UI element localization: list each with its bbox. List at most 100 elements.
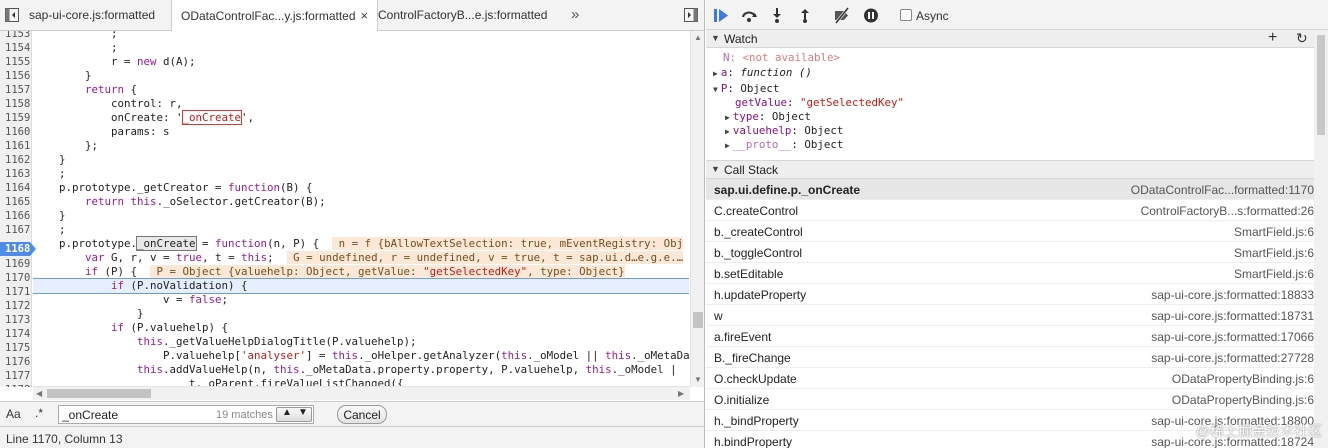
line-number[interactable]: 1169	[0, 257, 30, 271]
step-over-icon[interactable]	[740, 7, 758, 24]
code-line: v = false;	[33, 293, 229, 306]
watch-prop-proto[interactable]: ▶ __proto__: Object	[725, 138, 843, 152]
watch-item-a[interactable]: ▶ a: function ()	[713, 66, 812, 80]
line-number-gutter[interactable]: 1153 1154 1155 1156 1157 1158 1159 1160 …	[0, 31, 36, 387]
call-frame[interactable]: a.fireEvent sap-ui-core.js:formatted:1706…	[706, 326, 1314, 347]
call-stack-section-header[interactable]: ▼ Call Stack	[706, 160, 1328, 179]
code-line: control: r,	[33, 97, 183, 110]
step-out-icon[interactable]	[796, 7, 814, 24]
debugger-sidebar: Async ▼ Watch + ↻ N: <not available> ▶ a:…	[706, 0, 1328, 448]
code-lines[interactable]: ; ; r = new d(A); } return { control: r,…	[33, 31, 689, 387]
watch-title: Watch	[724, 32, 758, 46]
line-number[interactable]: 1177	[0, 369, 30, 383]
editor-horizontal-scrollbar[interactable]: ◀ ▶	[33, 386, 690, 400]
async-checkbox[interactable]	[900, 9, 912, 21]
debugger-toolbar: Async	[706, 0, 1328, 31]
collapse-triangle-icon: ▼	[713, 85, 718, 94]
code-line: this.addValueHelp(n, this._oMetaData.pro…	[137, 363, 677, 376]
code-line: }	[33, 69, 92, 82]
scroll-right-arrow-icon[interactable]: ▶	[678, 389, 684, 398]
line-number[interactable]: 1155	[0, 55, 30, 69]
watch-prop-type[interactable]: ▶ type: Object	[725, 110, 811, 124]
code-line: ;	[33, 223, 66, 236]
scroll-down-arrow-icon[interactable]: ▼	[694, 375, 702, 384]
line-number[interactable]: 1165	[0, 195, 30, 209]
vertical-scroll-thumb[interactable]	[693, 312, 703, 328]
tab-control-factory-base[interactable]: ControlFactoryB...e.js:formatted	[369, 0, 556, 31]
call-frame[interactable]: C.createControl ControlFactoryB...s:forma…	[706, 200, 1314, 221]
scroll-left-arrow-icon[interactable]: ◀	[36, 389, 42, 398]
step-into-icon[interactable]	[768, 7, 786, 24]
line-number[interactable]: 1160	[0, 125, 30, 139]
line-number[interactable]: 1157	[0, 83, 30, 97]
line-number[interactable]: 1171	[0, 285, 30, 299]
collapse-triangle-icon[interactable]: ▼	[711, 33, 720, 43]
call-frame[interactable]: b._createControl SmartField.js:6	[706, 221, 1314, 242]
tab-overflow-chevron-icon[interactable]: »	[571, 0, 579, 30]
line-number[interactable]: 1164	[0, 181, 30, 195]
call-frame[interactable]: sap.ui.define.p._onCreate ODataControlFac…	[706, 179, 1314, 200]
regex-button[interactable]: .*	[35, 406, 43, 420]
line-number[interactable]: 1173	[0, 313, 30, 327]
next-match-button[interactable]: ▼	[298, 407, 308, 418]
tab-label: sap-ui-core.js:formatted	[29, 8, 156, 22]
line-number[interactable]: 1159	[0, 111, 30, 125]
code-line: return {	[85, 83, 138, 96]
line-number[interactable]: 1170	[0, 271, 30, 285]
call-frame[interactable]: b.setEditable SmartField.js:6	[706, 263, 1314, 284]
line-number[interactable]: 1175	[0, 341, 30, 355]
line-number[interactable]: 1153	[0, 31, 30, 41]
line-number[interactable]: 1167	[0, 223, 30, 237]
call-frame[interactable]: B._fireChange sap-ui-core.js:formatted:27…	[706, 347, 1314, 368]
line-number[interactable]: 1158	[0, 97, 30, 111]
resume-icon[interactable]	[712, 7, 730, 24]
code-line: }	[33, 209, 66, 222]
line-number[interactable]: 1178	[0, 383, 30, 387]
call-frame[interactable]: b._toggleControl SmartField.js:6	[706, 242, 1314, 263]
line-number[interactable]: 1176	[0, 355, 30, 369]
watermark: @稀土掘金技术社区	[1195, 423, 1322, 439]
scroll-up-arrow-icon[interactable]: ▲	[694, 33, 702, 42]
watch-item-n[interactable]: N: <not available>	[723, 51, 840, 65]
match-case-button[interactable]: Aa	[6, 407, 21, 421]
tab-sap-ui-core[interactable]: sap-ui-core.js:formatted	[20, 0, 164, 31]
code-line: };	[33, 139, 99, 152]
call-frame[interactable]: O.checkUpdate ODataPropertyBinding.js:6	[706, 368, 1314, 389]
line-number[interactable]: 1156	[0, 69, 30, 83]
refresh-icon[interactable]: ↻	[1296, 30, 1308, 47]
line-number[interactable]: 1154	[0, 41, 30, 55]
editor-vertical-scrollbar[interactable]: ▲ ▼	[690, 31, 704, 387]
call-frame[interactable]: h.updateProperty sap-ui-core.js:formatted…	[706, 284, 1314, 305]
sidebar-scrollbar[interactable]	[1314, 31, 1328, 448]
current-search-match: _onCreate	[136, 236, 197, 251]
call-stack-title: Call Stack	[724, 163, 779, 177]
collapse-triangle-icon[interactable]: ▼	[711, 164, 720, 174]
horizontal-scroll-thumb[interactable]	[47, 389, 151, 398]
line-number[interactable]: 1162	[0, 153, 30, 167]
tab-odata-control-factory[interactable]: ODataControlFac...y.js:formatted ×	[171, 0, 379, 32]
close-icon[interactable]: ×	[361, 8, 369, 23]
line-number[interactable]: 1163	[0, 167, 30, 181]
toggle-debugger-sidebar-icon[interactable]	[684, 8, 698, 22]
line-number[interactable]: 1174	[0, 327, 30, 341]
pause-on-exceptions-icon[interactable]	[862, 7, 880, 24]
previous-match-button[interactable]: ▲	[282, 407, 292, 418]
call-frame[interactable]: w sap-ui-core.js:formatted:18731	[706, 305, 1314, 326]
line-number[interactable]: 1161	[0, 139, 30, 153]
cancel-button[interactable]: Cancel	[337, 405, 387, 424]
add-watch-icon[interactable]: +	[1268, 29, 1277, 47]
watch-prop-valuehelp[interactable]: ▶ valuehelp: Object	[725, 124, 843, 138]
sidebar-scroll-thumb[interactable]	[1317, 35, 1325, 135]
code-editor[interactable]: 1153 1154 1155 1156 1157 1158 1159 1160 …	[0, 31, 704, 387]
line-number[interactable]: 1172	[0, 299, 30, 313]
watch-section-header[interactable]: ▼ Watch + ↻	[706, 29, 1328, 48]
search-input[interactable]	[62, 407, 212, 422]
deactivate-breakpoints-icon[interactable]	[833, 7, 851, 24]
code-line: params: s	[33, 125, 170, 138]
toggle-navigator-icon[interactable]	[5, 8, 19, 22]
watch-prop-getvalue[interactable]: getValue: "getSelectedKey"	[735, 96, 904, 110]
breakpoint-line-number[interactable]: 1168	[0, 242, 36, 256]
call-frame[interactable]: O.initialize ODataPropertyBinding.js:6	[706, 389, 1314, 410]
line-number[interactable]: 1166	[0, 209, 30, 223]
watch-item-p[interactable]: ▼ P: Object	[713, 82, 779, 96]
